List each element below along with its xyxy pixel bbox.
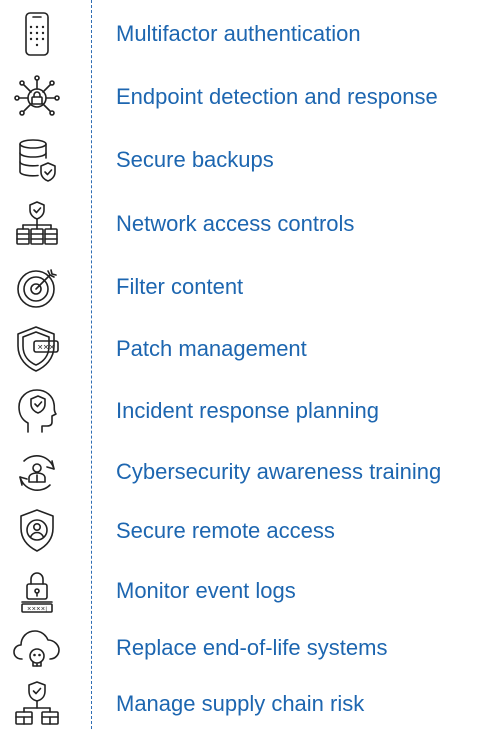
list-item-multifactor: Multifactor authentication <box>0 9 502 59</box>
head-shield-icon <box>12 386 62 436</box>
item-label: Filter content <box>116 274 244 299</box>
list-item-patch-management: ✕✕✕ Patch management <box>0 324 502 374</box>
item-label: Incident response planning <box>116 398 379 423</box>
list-item-replace-eol-systems: Replace end-of-life systems <box>0 623 502 673</box>
list-item-secure-backups: Secure backups <box>0 135 502 185</box>
network-lock-icon <box>12 72 62 122</box>
list-item-secure-remote-access: Secure remote access <box>0 506 502 556</box>
item-label: Multifactor authentication <box>116 21 361 46</box>
list-item-filter-content: Filter content <box>0 262 502 312</box>
item-label: Replace end-of-life systems <box>116 635 388 660</box>
list-item-endpoint-detection: Endpoint detection and response <box>0 72 502 122</box>
list-item-incident-response: Incident response planning <box>0 386 502 436</box>
shield-user-icon <box>12 506 62 556</box>
list-item-network-access: Network access controls <box>0 199 502 249</box>
list-item-awareness-training: Cybersecurity awareness training <box>0 447 502 497</box>
network-hierarchy-shield-icon <box>12 199 62 249</box>
item-label: Patch management <box>116 336 307 361</box>
item-label: Monitor event logs <box>116 578 296 603</box>
list-item-monitor-event-logs: ✕✕✕✕| Monitor event logs <box>0 566 502 616</box>
list-item-supply-chain-risk: Manage supply chain risk <box>0 679 502 729</box>
target-arrow-icon <box>12 262 62 312</box>
shield-password-icon: ✕✕✕ <box>12 324 62 374</box>
svg-text:✕✕✕✕|: ✕✕✕✕| <box>27 607 47 613</box>
phone-keypad-icon <box>12 9 62 59</box>
item-label: Manage supply chain risk <box>116 691 365 716</box>
svg-text:✕✕✕: ✕✕✕ <box>37 344 55 352</box>
item-label: Cybersecurity awareness training <box>116 459 442 484</box>
user-cycle-icon <box>12 447 62 497</box>
item-label: Secure remote access <box>116 518 335 543</box>
database-shield-icon <box>12 135 62 185</box>
lock-password-icon: ✕✕✕✕| <box>12 566 62 616</box>
item-label: Secure backups <box>116 147 274 172</box>
shield-network-icon <box>12 679 62 729</box>
item-label: Endpoint detection and response <box>116 84 438 109</box>
item-label: Network access controls <box>116 211 355 236</box>
cloud-skull-icon <box>12 623 62 673</box>
